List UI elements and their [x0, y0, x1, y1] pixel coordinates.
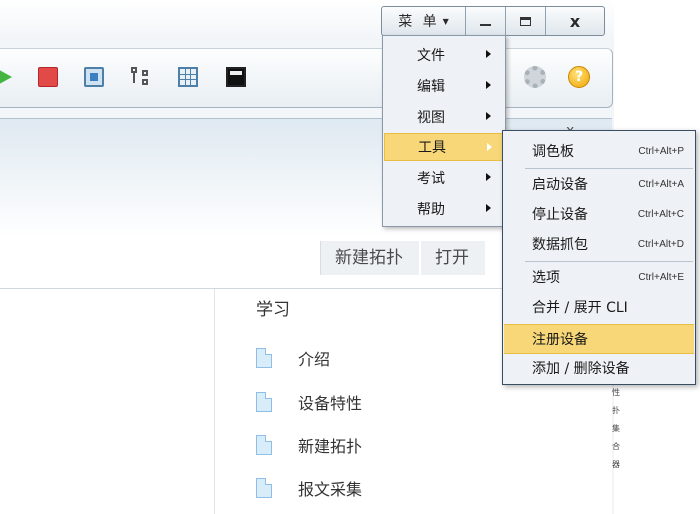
learn-item-new-topology[interactable]: 新建拓扑: [256, 432, 362, 458]
learn-item-label: 介绍: [298, 350, 331, 369]
document-icon: [256, 478, 272, 498]
play-icon[interactable]: [0, 67, 12, 87]
crumb-open[interactable]: 打开: [421, 241, 485, 275]
topology-icon[interactable]: [131, 67, 151, 87]
learn-item-label: 报文采集: [298, 480, 363, 499]
menu-button[interactable]: 菜 单 ▼: [382, 7, 466, 35]
menu-item-exam[interactable]: 考试: [384, 164, 504, 192]
learn-item-label: 设备特性: [298, 394, 363, 413]
menu-item-help[interactable]: 帮助: [384, 195, 504, 223]
submenu-item-merge-cli[interactable]: 合并 / 展开 CLI: [504, 292, 694, 322]
title-bar: 菜 单 ▼ x: [0, 0, 614, 40]
learn-title: 学习: [256, 300, 290, 320]
submenu-item-label: 选项: [532, 270, 560, 286]
chevron-right-icon: [486, 204, 491, 212]
shortcut-label: Ctrl+Alt+D: [637, 238, 684, 250]
menu-item-label: 帮助: [417, 202, 445, 218]
submenu-item-register-device[interactable]: 注册设备: [504, 324, 694, 354]
close-icon: x: [569, 11, 581, 31]
menu-button-label: 菜 单: [398, 14, 440, 30]
capture-icon[interactable]: [84, 67, 104, 87]
minimize-button[interactable]: [466, 7, 506, 35]
submenu-item-palette[interactable]: 调色板 Ctrl+Alt+P: [504, 136, 694, 166]
chevron-down-icon: ▼: [442, 16, 449, 26]
menu-item-label: 工具: [418, 140, 446, 156]
side-label: 性扑集合器: [612, 388, 620, 469]
submenu-item-label: 调色板: [532, 144, 574, 160]
learn-item-features[interactable]: 设备特性: [256, 389, 362, 415]
divider: [214, 289, 215, 514]
toolbar: ?: [0, 48, 613, 108]
submenu-item-label: 停止设备: [532, 207, 588, 223]
submenu-item-start-device[interactable]: 启动设备 Ctrl+Alt+A: [504, 169, 694, 199]
terminal-icon[interactable]: [226, 67, 246, 87]
chevron-right-icon: [486, 50, 491, 58]
menu-item-label: 视图: [417, 110, 445, 126]
menu-item-view[interactable]: 视图: [384, 103, 504, 131]
help-icon[interactable]: ?: [568, 66, 590, 88]
stop-icon[interactable]: [38, 67, 58, 87]
chevron-right-icon: [486, 173, 491, 181]
submenu-item-label: 启动设备: [532, 177, 588, 193]
submenu-item-label: 添加 / 删除设备: [532, 361, 630, 377]
document-icon: [256, 348, 272, 368]
submenu-item-stop-device[interactable]: 停止设备 Ctrl+Alt+C: [504, 199, 694, 229]
learn-item-intro[interactable]: 介绍: [256, 345, 330, 371]
close-button[interactable]: x: [546, 7, 604, 35]
grid-icon[interactable]: [178, 67, 198, 87]
menu-item-file[interactable]: 文件: [384, 41, 504, 69]
menu-item-label: 文件: [417, 48, 445, 64]
window-controls: 菜 单 ▼ x: [381, 6, 605, 36]
submenu-item-label: 数据抓包: [532, 237, 588, 253]
minimize-icon: [480, 24, 491, 26]
document-icon: [256, 392, 272, 412]
menu-item-tools[interactable]: 工具: [384, 133, 504, 161]
shortcut-label: Ctrl+Alt+C: [637, 208, 684, 220]
menu-item-edit[interactable]: 编辑: [384, 72, 504, 100]
help-glyph: ?: [574, 69, 584, 85]
gear-icon[interactable]: [524, 66, 546, 88]
tools-submenu: 调色板 Ctrl+Alt+P 启动设备 Ctrl+Alt+A 停止设备 Ctrl…: [502, 130, 696, 385]
chevron-right-icon: [486, 112, 491, 120]
document-icon: [256, 435, 272, 455]
breadcrumb: 新建拓扑 打开: [320, 241, 487, 275]
shortcut-label: Ctrl+Alt+P: [638, 145, 684, 157]
shortcut-label: Ctrl+Alt+E: [638, 271, 684, 283]
shortcut-label: Ctrl+Alt+A: [638, 178, 684, 190]
menu-item-label: 考试: [417, 171, 445, 187]
crumb-new-topology[interactable]: 新建拓扑: [320, 241, 419, 275]
submenu-item-options[interactable]: 选项 Ctrl+Alt+E: [504, 262, 694, 292]
chevron-right-icon: [487, 143, 492, 151]
submenu-item-label: 合并 / 展开 CLI: [532, 300, 628, 316]
menu-item-label: 编辑: [417, 79, 445, 95]
submenu-item-label: 注册设备: [532, 332, 588, 348]
submenu-item-packet-capture[interactable]: 数据抓包 Ctrl+Alt+D: [504, 229, 694, 259]
maximize-button[interactable]: [506, 7, 546, 35]
main-menu-dropdown: 文件 编辑 视图 工具 考试 帮助: [382, 35, 506, 227]
submenu-item-add-remove-device[interactable]: 添加 / 删除设备: [504, 353, 694, 383]
learn-item-label: 新建拓扑: [298, 437, 363, 456]
maximize-icon: [520, 16, 531, 26]
chevron-right-icon: [486, 81, 491, 89]
learn-item-packet-capture[interactable]: 报文采集: [256, 475, 362, 501]
